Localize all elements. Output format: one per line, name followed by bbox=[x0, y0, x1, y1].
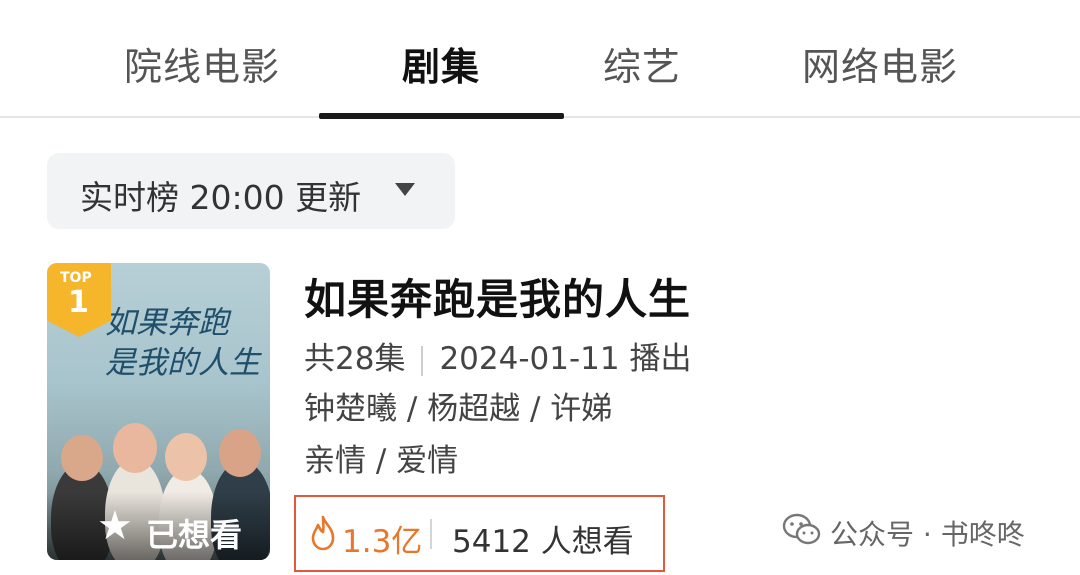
want-count: 5412 人想看 bbox=[452, 524, 634, 560]
rank-badge-top-label: TOP bbox=[60, 270, 92, 286]
category-tabs: 院线电影 剧集 综艺 网络电影 bbox=[0, 0, 1080, 119]
caret-down-icon bbox=[395, 183, 415, 196]
poster-figure-face bbox=[219, 429, 261, 477]
heat-value: 1.3亿 bbox=[342, 524, 423, 560]
episode-count: 共28集 bbox=[304, 341, 406, 377]
want-to-watch-label: 已想看 bbox=[146, 516, 243, 554]
ranking-filter-label: 实时榜 20:00 更新 bbox=[80, 178, 362, 217]
air-date: 2024-01-11 播出 bbox=[439, 341, 692, 377]
divider bbox=[430, 519, 432, 549]
poster-figure-face bbox=[113, 423, 157, 473]
watermark-text: 公众号 · 书咚咚 bbox=[830, 518, 1025, 551]
episode-airdate-row: 共28集 2024-01-11 播出 bbox=[304, 333, 691, 378]
rank-badge: TOP 1 bbox=[47, 263, 111, 337]
genre-list: 亲情 / 爱情 bbox=[304, 443, 459, 479]
poster-figure-face bbox=[61, 435, 103, 481]
popularity-stats-box: 1.3亿 5412 人想看 bbox=[294, 495, 665, 572]
poster-title-text: 如果奔跑 是我的人生 bbox=[105, 305, 260, 381]
cast-list: 钟楚曦 / 杨超越 / 许娣 bbox=[304, 391, 613, 427]
want-to-watch-status[interactable]: ★ 已想看 bbox=[47, 492, 270, 560]
ranking-filter-dropdown[interactable]: 实时榜 20:00 更新 bbox=[47, 153, 455, 229]
show-title[interactable]: 如果奔跑是我的人生 bbox=[304, 266, 691, 327]
poster-figure-face bbox=[165, 433, 207, 481]
wechat-icon bbox=[782, 513, 821, 545]
divider bbox=[421, 345, 424, 376]
poster-image[interactable]: 如果奔跑 是我的人生 TOP 1 ★ 已想看 bbox=[47, 263, 270, 560]
tab-online-movies[interactable]: 网络电影 bbox=[802, 36, 958, 91]
fire-icon bbox=[311, 515, 335, 551]
tab-theatrical-movies[interactable]: 院线电影 bbox=[124, 36, 280, 91]
tab-variety[interactable]: 综艺 bbox=[603, 36, 681, 91]
star-icon: ★ bbox=[97, 503, 133, 549]
rank-badge-number: 1 bbox=[68, 285, 89, 320]
tab-series[interactable]: 剧集 bbox=[402, 36, 480, 91]
active-tab-indicator bbox=[319, 113, 564, 119]
